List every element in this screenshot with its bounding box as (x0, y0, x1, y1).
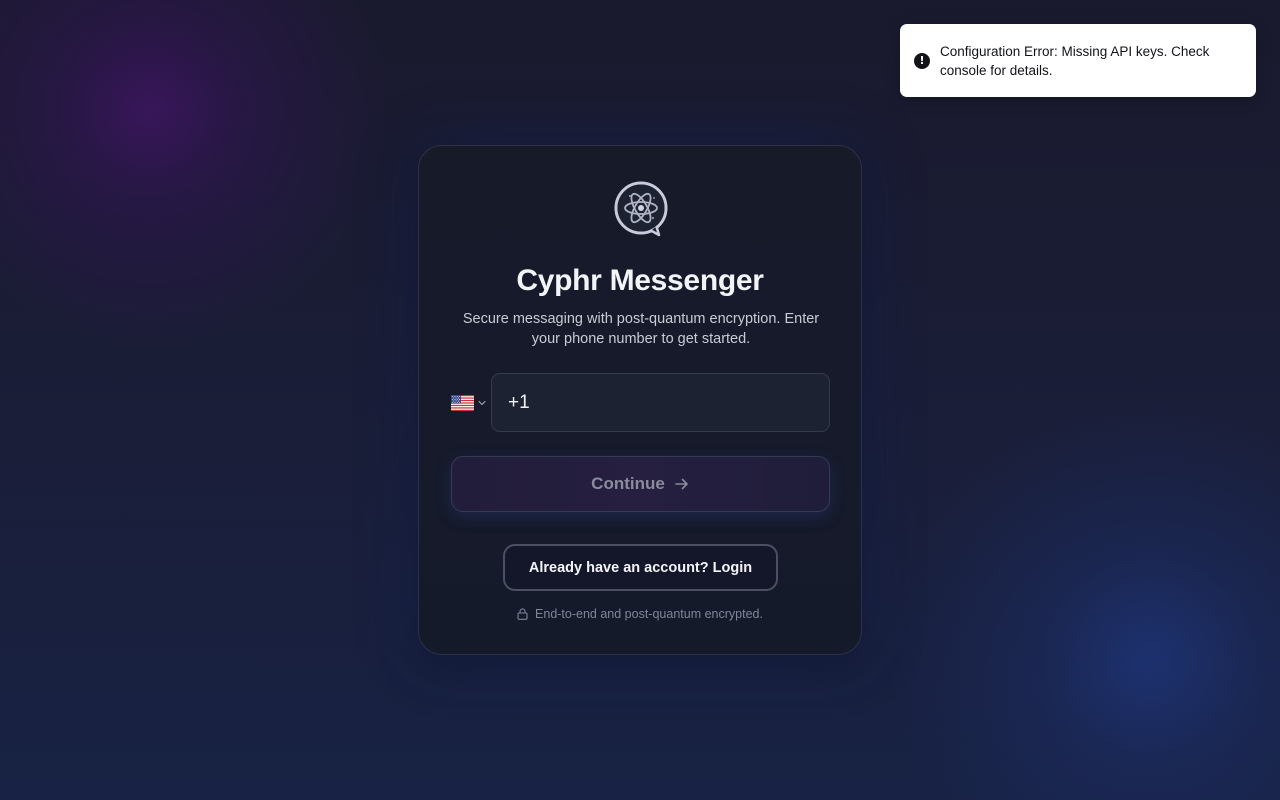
login-button[interactable]: Already have an account? Login (503, 544, 778, 591)
app-title: Cyphr Messenger (516, 264, 764, 297)
us-flag-icon (451, 395, 474, 411)
atom-chat-bubble-icon (614, 181, 668, 237)
arrow-right-icon (675, 478, 688, 490)
chevron-down-icon (478, 400, 486, 406)
country-code-select[interactable] (451, 394, 489, 412)
continue-button[interactable]: Continue (451, 456, 830, 512)
alert-circle-icon: ! (914, 52, 930, 69)
app-subtitle: Secure messaging with post-quantum encry… (462, 311, 820, 347)
encryption-note: End-to-end and post-quantum encrypted. (419, 607, 861, 621)
phone-number-input[interactable] (491, 373, 830, 432)
error-toast: ! Configuration Error: Missing API keys.… (900, 24, 1256, 97)
lock-icon (517, 608, 528, 620)
toast-message: Configuration Error: Missing API keys. C… (940, 43, 1210, 78)
continue-label: Continue (591, 474, 665, 493)
signup-card: Cyphr Messenger Secure messaging with po… (418, 145, 862, 655)
encryption-note-text: End-to-end and post-quantum encrypted. (535, 607, 763, 621)
